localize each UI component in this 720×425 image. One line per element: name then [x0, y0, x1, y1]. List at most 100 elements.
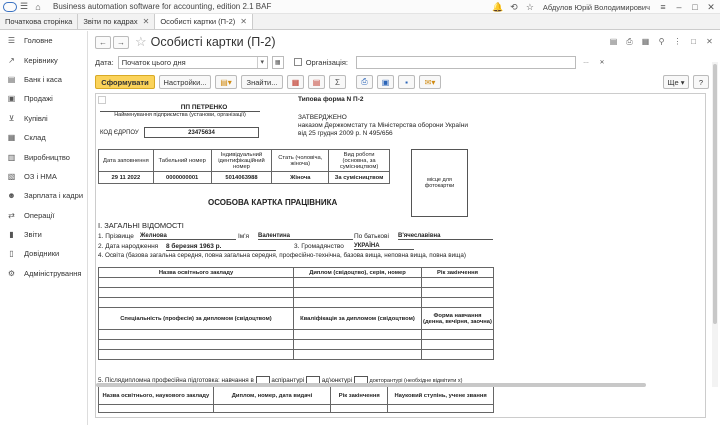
hamburger-menu-icon[interactable]: ☰	[17, 0, 31, 14]
back-button[interactable]: ←	[95, 35, 111, 49]
education-table: Назва освітнього закладу Диплом (свідоцт…	[98, 267, 494, 360]
sidebar-item-manager[interactable]: ↗ Керівнику	[0, 50, 87, 69]
help-button[interactable]: ?	[693, 75, 709, 89]
window-icon[interactable]: □	[687, 35, 700, 48]
expand-groups-icon[interactable]: ▦	[287, 75, 304, 89]
vertical-scrollbar[interactable]	[712, 62, 718, 387]
tab-close-icon[interactable]: ✕	[143, 17, 150, 26]
sidebar-item-purchases[interactable]: ⊻ Купівлі	[0, 109, 87, 128]
star-icon[interactable]: ☆	[523, 0, 537, 14]
sidebar-item-label: Банк і каса	[24, 74, 62, 84]
sidebar-item-label: Склад	[24, 133, 46, 143]
sidebar-item-payroll[interactable]: ☻ Зарплата і кадри	[0, 186, 87, 205]
app-logo-icon	[3, 1, 17, 12]
minimize-icon[interactable]: –	[672, 0, 686, 14]
bell-icon[interactable]: 🔔	[491, 0, 505, 14]
sidebar-item-label: Керівнику	[24, 55, 58, 65]
clear-icon[interactable]: ✕	[596, 56, 608, 69]
maximize-icon[interactable]: □	[688, 0, 702, 14]
scroll-thumb[interactable]	[713, 64, 717, 324]
approved-line3: від 25 грудня 2009 р. N 495/656	[298, 130, 393, 137]
tab-personal-cards[interactable]: Особисті картки (П-2) ✕	[155, 14, 253, 29]
horizontal-scrollbar[interactable]	[96, 383, 646, 387]
sidebar-item-bank[interactable]: ▤ Банк і каса	[0, 70, 87, 89]
sidebar-item-reports[interactable]: ▮ Звіти	[0, 225, 87, 244]
postgrad-table: Назва освітнього, наукового закладу Дипл…	[98, 386, 494, 413]
select-more-icon[interactable]: …	[580, 56, 592, 69]
sidebar-item-label: Виробництво	[24, 152, 70, 162]
app-title: Business automation software for account…	[53, 2, 272, 11]
work-type: За сумісництвом	[328, 171, 390, 184]
collapse-groups-icon[interactable]: ▤	[308, 75, 325, 89]
box-icon: ▦	[7, 133, 16, 143]
building-icon: ▧	[7, 171, 16, 181]
more-vertical-icon[interactable]: ⋮	[671, 35, 684, 48]
bank-icon: ▤	[7, 74, 16, 84]
print-icon[interactable]: ⎙	[623, 35, 636, 48]
favorite-star-icon[interactable]: ☆	[135, 34, 147, 50]
first-name: Валентина	[258, 233, 353, 240]
approved-label: ЗАТВЕРДЖЕНО	[298, 114, 347, 121]
send-email-icon[interactable]: ✉▾	[419, 75, 441, 89]
sidebar-item-label: ОЗ і НМА	[24, 171, 57, 181]
sidebar-item-production[interactable]: ▥ Виробництво	[0, 147, 87, 166]
tab-close-icon[interactable]: ✕	[240, 17, 247, 26]
dob: 8 березня 1963 р.	[166, 243, 276, 251]
settings-icon[interactable]: ≡	[656, 0, 670, 14]
main-area: ← → ☆ Особисті картки (П-2) ▤ ⎙ ▦ ⚲ ⋮ □ …	[89, 31, 720, 425]
generate-button[interactable]: Сформувати	[95, 75, 155, 89]
patronymic: В'ячеславівна	[398, 233, 493, 240]
sidebar-item-sales[interactable]: ▣ Продажі	[0, 89, 87, 108]
report-document[interactable]: ПП ПЕТРЕНКО Найменування підприємства (у…	[95, 93, 706, 418]
tab-bar: Початкова сторінка Звіти по кадрах ✕ Осо…	[0, 14, 720, 30]
people-icon: ☻	[7, 191, 16, 201]
save-file-icon[interactable]: ▪	[398, 75, 415, 89]
save-icon[interactable]: ▤	[607, 35, 620, 48]
organization-field[interactable]	[355, 55, 576, 69]
th-graduation-year: Рік закінчення	[421, 267, 494, 278]
tab-number: 0000000001	[152, 171, 212, 184]
sidebar-item-fixed-assets[interactable]: ▧ ОЗ і НМА	[0, 167, 87, 186]
surname-label: 1. Прізвище	[98, 233, 134, 240]
sum-icon[interactable]: Σ	[329, 75, 346, 89]
home-icon[interactable]: ⌂	[31, 0, 45, 14]
th-tax-id: Індивідуальний ідентифікаційний номер	[210, 149, 273, 172]
user-name[interactable]: Абдулов Юрій Володимирович	[543, 3, 650, 12]
tab-home-page[interactable]: Початкова сторінка	[0, 14, 79, 29]
forward-button[interactable]: →	[113, 35, 129, 49]
print-icon[interactable]: ⎙	[356, 75, 373, 89]
th-degree: Науковий ступінь, учене звання	[387, 386, 494, 405]
more-button[interactable]: Ще ▾	[663, 75, 689, 89]
date-field[interactable]: Початок цього дня ▾	[117, 55, 268, 69]
variants-dropdown-icon[interactable]: ▤▾	[215, 75, 237, 89]
chevron-down-icon[interactable]: ▾	[256, 56, 267, 68]
close-icon[interactable]: ✕	[703, 35, 716, 48]
more-label: Ще	[667, 77, 679, 87]
settings-button[interactable]: Настройки...	[159, 75, 211, 89]
calendar-icon[interactable]: ▦	[639, 35, 652, 48]
th-qualification: Кваліфікація за дипломом (свідоцтвом)	[293, 307, 422, 330]
tab-label: Початкова сторінка	[5, 17, 73, 26]
link-icon[interactable]: ⚲	[655, 35, 668, 48]
sidebar-item-directories[interactable]: ▯ Довідники	[0, 244, 87, 263]
sidebar-item-main[interactable]: ☰ Головне	[0, 31, 87, 50]
card-title: ОСОБОВА КАРТКА ПРАЦІВНИКА	[208, 198, 338, 207]
find-button[interactable]: Знайти...	[241, 75, 283, 89]
calendar-picker-button[interactable]: ▦	[271, 55, 284, 69]
sidebar-item-warehouse[interactable]: ▦ Склад	[0, 128, 87, 147]
chart-icon: ▮	[9, 230, 14, 240]
organization-checkbox[interactable]	[293, 58, 302, 66]
close-icon[interactable]: ✕	[704, 0, 718, 14]
sidebar-item-operations[interactable]: ⇄ Операції	[0, 206, 87, 225]
photo-caption: місце для фотокартки	[424, 177, 455, 189]
edrpou-label: КОД ЄДРПОУ	[100, 130, 139, 136]
sidebar-item-label: Операції	[24, 210, 55, 220]
preview-icon[interactable]: ▣	[377, 75, 394, 89]
history-icon[interactable]: ⟲	[507, 0, 521, 14]
th-study-form: Форма навчання (денна, вечірня, заочна)	[421, 307, 494, 330]
sidebar-item-administration[interactable]: ⚙ Адміністрування	[0, 264, 87, 283]
factory-icon: ▥	[7, 152, 16, 162]
bag-icon: ▣	[7, 94, 16, 104]
th-tab-number: Табельний номер	[152, 149, 212, 172]
tab-hr-reports[interactable]: Звіти по кадрах ✕	[78, 14, 156, 29]
